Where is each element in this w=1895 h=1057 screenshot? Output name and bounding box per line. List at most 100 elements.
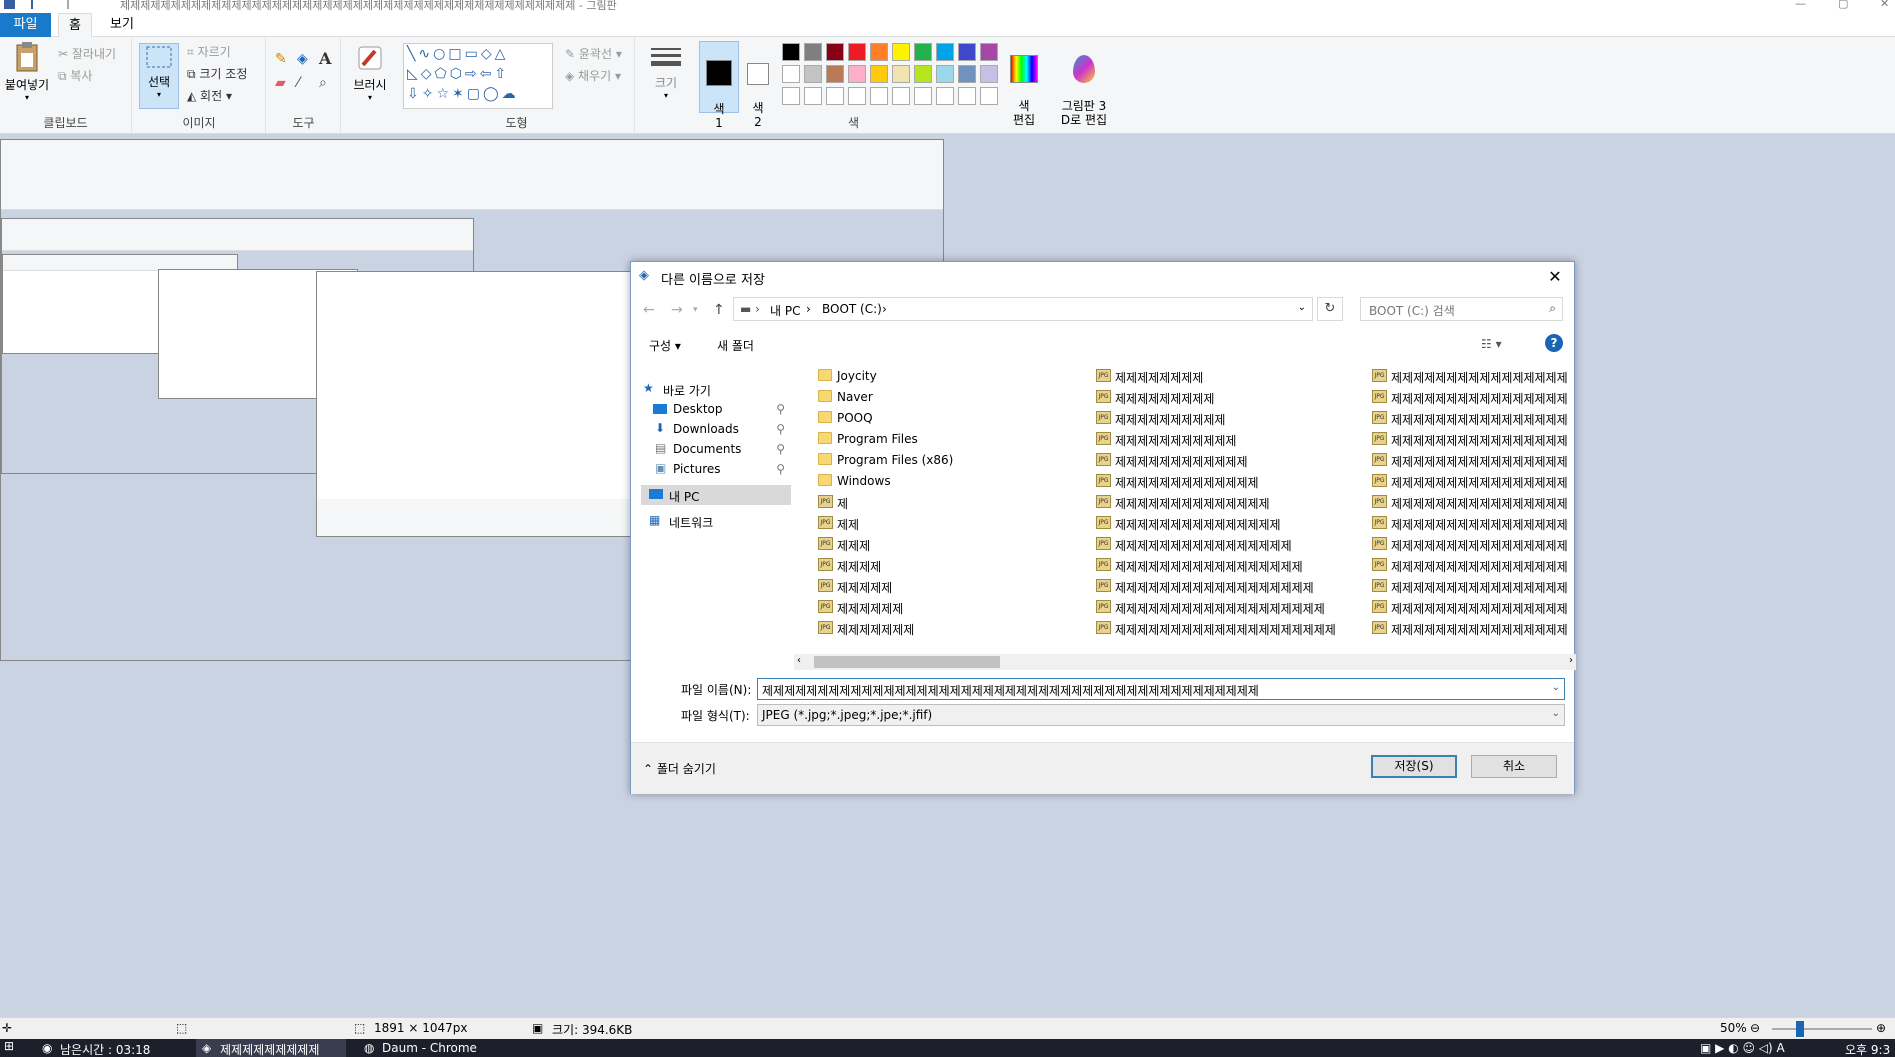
minimize-icon[interactable]: — bbox=[1795, 0, 1806, 10]
brush-button[interactable]: 브러시 ▾ bbox=[348, 43, 392, 102]
address-bar[interactable]: ▬ › 내 PC › BOOT (C:) › ⌄ bbox=[733, 297, 1313, 321]
palette-swatch[interactable] bbox=[958, 43, 976, 61]
palette-swatch[interactable] bbox=[958, 65, 976, 83]
horizontal-scrollbar[interactable]: ‹ › bbox=[794, 654, 1576, 670]
palette-swatch[interactable] bbox=[892, 65, 910, 83]
new-folder-button[interactable]: 새 폴더 bbox=[717, 337, 754, 354]
dialog-close-button[interactable]: ✕ bbox=[1544, 266, 1566, 288]
scroll-right-icon[interactable]: › bbox=[1569, 655, 1573, 666]
view-options-icon[interactable]: ☷ ▾ bbox=[1481, 337, 1502, 351]
nav-downloads[interactable]: ⬇ Downloads ⚲ bbox=[641, 419, 791, 439]
copy-button[interactable]: ⧉ 복사 bbox=[58, 67, 92, 84]
palette-swatch[interactable] bbox=[870, 65, 888, 83]
palette-swatch[interactable] bbox=[826, 65, 844, 83]
breadcrumb-boot-drive[interactable]: BOOT (C:) bbox=[822, 302, 882, 316]
crop-button[interactable]: ⌗ 자르기 bbox=[187, 43, 231, 60]
back-arrow-icon[interactable]: ← bbox=[643, 302, 655, 318]
cancel-button[interactable]: 취소 bbox=[1471, 755, 1557, 778]
shapes-gallery[interactable]: ╲∿○□▭◇△ ◺◇⬠⬡⇨⇦⇧ ⇩✧☆✶▢◯☁ bbox=[403, 43, 553, 109]
zoom-in-icon[interactable]: ⊕ bbox=[1876, 1021, 1886, 1035]
address-dropdown-icon[interactable]: ⌄ bbox=[1298, 302, 1306, 313]
breadcrumb-this-pc[interactable]: 내 PC bbox=[770, 302, 800, 319]
palette-swatch[interactable] bbox=[782, 65, 800, 83]
zoom-slider[interactable] bbox=[1772, 1021, 1872, 1037]
palette-swatch[interactable] bbox=[892, 87, 910, 105]
organize-button[interactable]: 구성 ▾ bbox=[649, 337, 681, 354]
palette-swatch[interactable] bbox=[936, 43, 954, 61]
save-button[interactable]: 저장(S) bbox=[1371, 755, 1457, 778]
palette-swatch[interactable] bbox=[870, 87, 888, 105]
palette-swatch[interactable] bbox=[980, 87, 998, 105]
save-icon[interactable] bbox=[4, 0, 15, 9]
palette-swatch[interactable] bbox=[826, 87, 844, 105]
palette-swatch[interactable] bbox=[848, 65, 866, 83]
taskbar-app-paint[interactable]: ◈ 제제제제제제제제제 bbox=[196, 1039, 346, 1057]
undo-icon[interactable] bbox=[31, 0, 42, 9]
magnifier-icon[interactable]: ⌕ bbox=[319, 75, 327, 91]
filetype-select[interactable]: JPEG (*.jpg;*.jpeg;*.jpe;*.jfif) ⌄ bbox=[757, 704, 1565, 726]
start-icon[interactable]: ⊞ bbox=[4, 1039, 14, 1053]
palette-swatch[interactable] bbox=[804, 43, 822, 61]
palette-swatch[interactable] bbox=[782, 87, 800, 105]
palette-swatch[interactable] bbox=[804, 87, 822, 105]
close-icon[interactable]: ✕ bbox=[1880, 0, 1889, 10]
edit-colors-button[interactable]: 색 편집 bbox=[1004, 41, 1044, 141]
color-picker-icon[interactable]: ⁄ bbox=[297, 75, 299, 91]
search-input[interactable]: BOOT (C:) 검색 ⌕ bbox=[1360, 297, 1563, 321]
redo-icon[interactable] bbox=[58, 0, 69, 9]
palette-swatch[interactable] bbox=[914, 87, 932, 105]
palette-swatch[interactable] bbox=[892, 43, 910, 61]
chevron-down-icon[interactable]: ⌄ bbox=[1552, 708, 1560, 719]
palette-swatch[interactable] bbox=[936, 87, 954, 105]
pencil-icon[interactable]: ✎ bbox=[275, 51, 287, 67]
palette-swatch[interactable] bbox=[804, 65, 822, 83]
nav-network[interactable]: ▦ 네트워크 bbox=[641, 511, 791, 531]
palette-swatch[interactable] bbox=[936, 65, 954, 83]
cut-button[interactable]: ✂ 잘라내기 bbox=[58, 45, 116, 62]
paint3d-button[interactable]: 그림판 3 D로 편집 bbox=[1054, 41, 1114, 141]
palette-swatch[interactable] bbox=[826, 43, 844, 61]
palette-swatch[interactable] bbox=[914, 43, 932, 61]
select-button[interactable]: 선택 ▾ bbox=[139, 43, 179, 109]
eraser-icon[interactable]: ▰ bbox=[275, 75, 286, 91]
tab-home[interactable]: 홈 bbox=[58, 13, 92, 37]
taskbar-app-chrome[interactable]: ◍ Daum - Chrome bbox=[360, 1039, 510, 1057]
palette-swatch[interactable] bbox=[914, 65, 932, 83]
zoom-slider-thumb[interactable] bbox=[1796, 1021, 1804, 1037]
up-arrow-icon[interactable]: ↑ bbox=[713, 302, 725, 318]
palette-swatch[interactable] bbox=[848, 43, 866, 61]
recent-dropdown-icon[interactable]: ▾ bbox=[693, 305, 698, 315]
palette-swatch[interactable] bbox=[782, 43, 800, 61]
nav-documents[interactable]: ▤ Documents ⚲ bbox=[641, 439, 791, 459]
nav-pictures[interactable]: ▣ Pictures ⚲ bbox=[641, 459, 791, 479]
fill-button[interactable]: ◈ 채우기 ▾ bbox=[565, 67, 621, 84]
refresh-icon[interactable]: ↻ bbox=[1317, 297, 1343, 321]
help-icon[interactable]: ? bbox=[1545, 334, 1563, 352]
nav-quick-access[interactable]: ★ 바로 가기 bbox=[641, 379, 791, 399]
resize-button[interactable]: ⧉ 크기 조정 bbox=[187, 65, 247, 82]
zoom-out-icon[interactable]: ⊖ bbox=[1750, 1021, 1760, 1035]
rotate-button[interactable]: ◭ 회전 ▾ bbox=[187, 87, 232, 104]
tray-icons[interactable]: ▣ ▶ ◐ ☺ ◁) A bbox=[1700, 1041, 1785, 1055]
palette-swatch[interactable] bbox=[980, 65, 998, 83]
chevron-down-icon[interactable]: ⌄ bbox=[1552, 682, 1560, 693]
palette-swatch[interactable] bbox=[958, 87, 976, 105]
palette-swatch[interactable] bbox=[870, 43, 888, 61]
scrollbar-thumb[interactable] bbox=[814, 656, 1000, 668]
text-icon[interactable]: A bbox=[319, 49, 331, 68]
forward-arrow-icon[interactable]: → bbox=[671, 302, 683, 318]
nav-this-pc[interactable]: 내 PC bbox=[641, 485, 791, 505]
palette-swatch[interactable] bbox=[980, 43, 998, 61]
hide-folders-toggle[interactable]: ⌃ 폴더 숨기기 bbox=[643, 760, 716, 777]
scroll-left-icon[interactable]: ‹ bbox=[797, 655, 801, 666]
palette-swatch[interactable] bbox=[848, 87, 866, 105]
color1-button[interactable]: 색 1 bbox=[699, 41, 739, 130]
tab-file[interactable]: 파일 bbox=[0, 13, 51, 37]
paste-button[interactable]: 붙여넣기 ▾ bbox=[2, 41, 52, 102]
outline-button[interactable]: ✎ 윤곽선 ▾ bbox=[565, 45, 622, 62]
fill-icon[interactable]: ◈ bbox=[297, 51, 308, 67]
nav-desktop[interactable]: Desktop ⚲ bbox=[641, 399, 791, 419]
filename-input[interactable]: 제제제제제제제제제제제제제제제제제제제제제제제제제제제제제제제제제제제제제제제제… bbox=[757, 678, 1565, 700]
tab-view[interactable]: 보기 bbox=[100, 13, 144, 37]
maximize-icon[interactable]: ▢ bbox=[1838, 0, 1848, 10]
